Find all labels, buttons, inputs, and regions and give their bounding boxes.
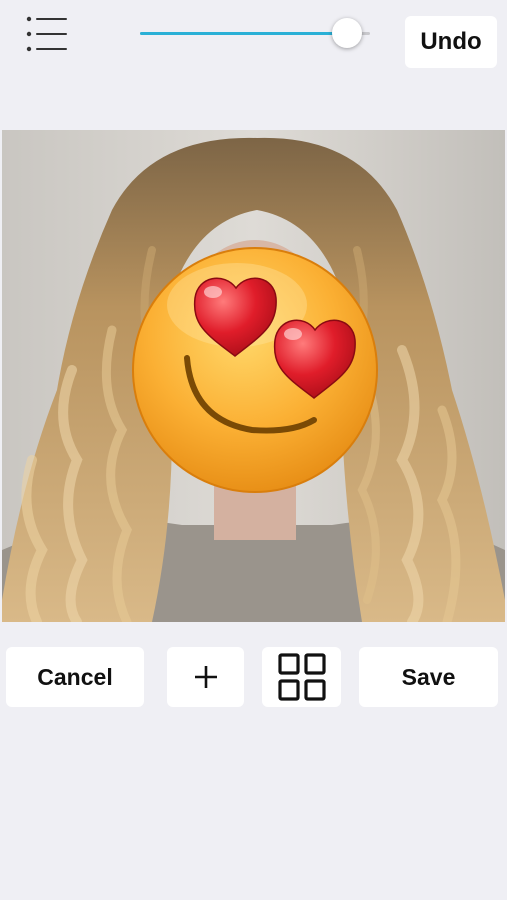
grid-icon [277, 653, 326, 701]
plus-icon [194, 666, 217, 688]
grid-button[interactable] [262, 647, 341, 707]
add-button[interactable] [167, 647, 244, 707]
slider-thumb[interactable] [332, 18, 362, 48]
emoji-sticker[interactable] [132, 247, 378, 493]
photo-canvas[interactable] [2, 130, 505, 622]
undo-button[interactable]: Undo [405, 16, 497, 68]
top-bar: Undo [0, 0, 507, 90]
save-button[interactable]: Save [359, 647, 498, 707]
list-icon [26, 16, 67, 52]
cancel-button[interactable]: Cancel [6, 647, 144, 707]
slider-fill [140, 32, 347, 35]
intensity-slider[interactable] [140, 18, 370, 50]
photo-image [2, 130, 505, 622]
menu-button[interactable] [24, 14, 70, 54]
